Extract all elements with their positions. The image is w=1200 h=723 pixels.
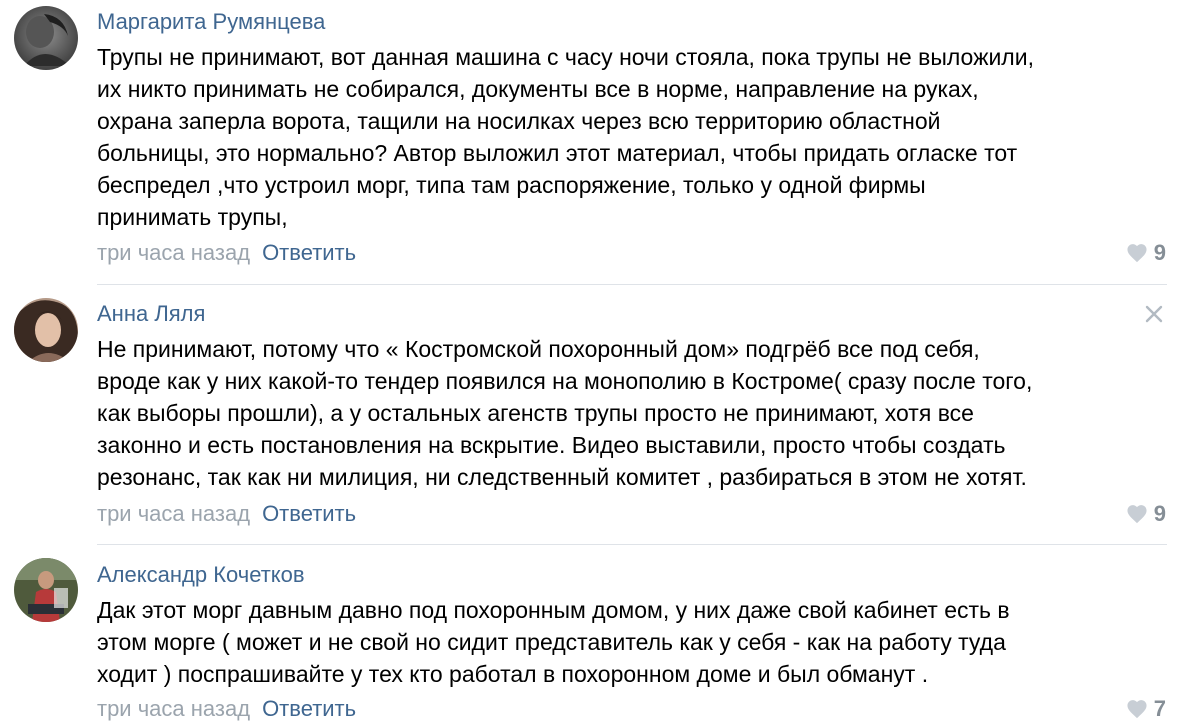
comment-meta: три часа назад Ответить: [97, 501, 356, 527]
comment-text: Не принимают, потому что « Костромской п…: [97, 333, 1167, 493]
comment-text-line: их никто принимать не собирался, докумен…: [97, 76, 979, 102]
like-count: 7: [1153, 696, 1166, 721]
comment-text: Трупы не принимают, вот данная машина с …: [97, 41, 1167, 233]
author-name-link[interactable]: Александр Кочетков: [97, 562, 305, 588]
heart-icon: [1127, 244, 1147, 263]
reply-button[interactable]: Ответить: [262, 240, 356, 265]
like-count: 9: [1153, 240, 1166, 265]
comment-timestamp[interactable]: три часа назад: [97, 696, 250, 721]
comment-text-line: Дак этот морг давным давно под похоронны…: [97, 597, 1010, 623]
close-icon[interactable]: [1144, 304, 1164, 324]
comment-text-line: охрана заперла ворота, тащили на носилка…: [97, 108, 941, 134]
comment-text: Дак этот морг давным давно под похоронны…: [97, 594, 1167, 690]
author-avatar[interactable]: [14, 298, 78, 362]
comment-text-line: как выборы прошли), а у остальных агенст…: [97, 400, 974, 426]
comment-text-line: больницы, это нормально? Автор выложил э…: [97, 140, 1018, 166]
author-avatar[interactable]: [14, 558, 78, 622]
author-avatar[interactable]: [14, 6, 78, 70]
reply-button[interactable]: Ответить: [262, 696, 356, 721]
heart-icon: [1127, 700, 1147, 719]
comment-divider: [97, 544, 1167, 545]
like-count: 9: [1153, 501, 1166, 526]
comment-text-line: принимать трупы,: [97, 204, 288, 230]
comment-text-line: беспредел ,что устроил морг, типа там ра…: [97, 172, 926, 198]
comment-text-line: резонанс, так как ни милиция, ни следств…: [97, 464, 1027, 490]
comment-text-line: вроде как у них какой-то тендер появился…: [97, 368, 1033, 394]
comment-text-line: законно и есть постановления на вскрытие…: [97, 432, 1006, 458]
comment-divider: [97, 284, 1167, 285]
like-button[interactable]: 7: [1126, 696, 1166, 722]
comment-text-line: этом морге ( может и не свой но сидит пр…: [97, 629, 1006, 655]
comment-timestamp[interactable]: три часа назад: [97, 240, 250, 265]
comment-text-line: Не принимают, потому что « Костромской п…: [97, 336, 980, 362]
like-button[interactable]: 9: [1126, 501, 1166, 527]
like-button[interactable]: 9: [1126, 240, 1166, 266]
author-name-link[interactable]: Маргарита Румянцева: [97, 9, 325, 35]
comment-text-line: Трупы не принимают, вот данная машина с …: [97, 44, 1034, 70]
comment-meta: три часа назад Ответить: [97, 696, 356, 722]
comment-timestamp[interactable]: три часа назад: [97, 501, 250, 526]
comment-text-line: ходит ) поспрашивайте у тех кто работал …: [97, 661, 929, 687]
heart-icon: [1127, 505, 1147, 524]
reply-button[interactable]: Ответить: [262, 501, 356, 526]
author-name-link[interactable]: Анна Ляля: [97, 301, 205, 327]
comment-meta: три часа назад Ответить: [97, 240, 356, 266]
